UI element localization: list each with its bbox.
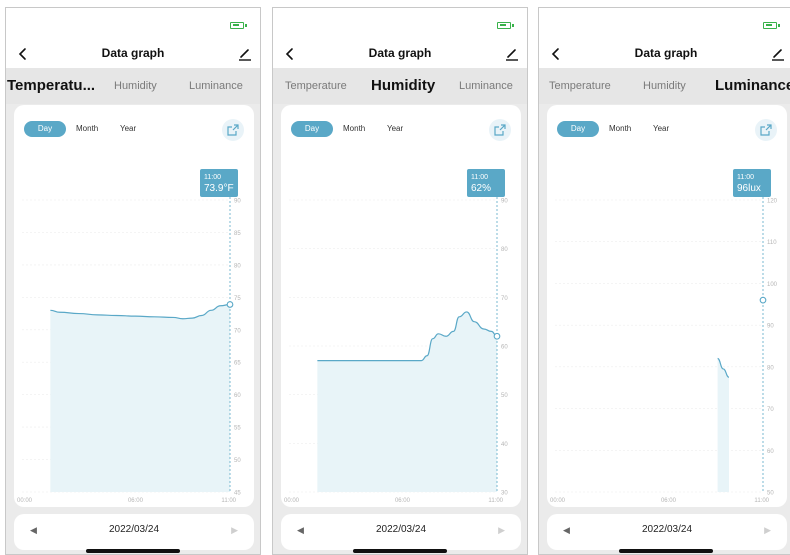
tab-luminance[interactable]: Luminance <box>459 68 513 104</box>
y-tick-label: 75 <box>234 296 241 302</box>
x-tick-label: 00:00 <box>17 498 33 504</box>
tab-humidity[interactable]: Humidity <box>371 68 435 104</box>
tab-temperature[interactable]: Temperature <box>285 68 347 104</box>
x-tick-label: 06:00 <box>395 498 411 504</box>
y-tick-label: 30 <box>501 491 508 497</box>
home-indicator <box>86 549 180 553</box>
home-indicator <box>619 549 713 553</box>
y-tick-label: 40 <box>501 442 508 448</box>
y-tick-label: 90 <box>767 324 774 330</box>
tooltip-time: 11:00 <box>204 174 221 181</box>
y-tick-label: 45 <box>234 491 241 497</box>
data-chart: 120 110 100 90 80 70 60 50 00:00 06:00 11:00 11:00 9… <box>550 169 778 504</box>
chart-card: Day Month Year 90 80 70 60 50 40 30 00:00 06:00 11:0… <box>281 105 521 507</box>
pencil-icon[interactable] <box>503 44 521 64</box>
series-area <box>317 311 497 492</box>
tooltip-value: 73.9°F <box>204 183 234 194</box>
tooltip-value: 96lux <box>737 183 761 194</box>
y-tick-label: 110 <box>767 240 777 246</box>
y-tick-label: 60 <box>767 449 774 455</box>
tab-luminance[interactable]: Luminance <box>189 68 243 104</box>
tooltip-time: 11:00 <box>737 174 754 181</box>
y-tick-label: 70 <box>767 407 774 413</box>
date-navigator: ◀ 2022/03/24 ▶ <box>547 514 787 550</box>
y-tick-label: 90 <box>501 199 508 205</box>
nav-bar: Data graph <box>6 42 260 68</box>
nav-bar: Data graph <box>273 42 527 68</box>
y-tick-label: 70 <box>501 296 508 302</box>
y-tick-label: 80 <box>234 263 241 269</box>
status-bar <box>6 8 260 42</box>
y-tick-label: 70 <box>234 328 241 334</box>
pencil-icon[interactable] <box>769 44 787 64</box>
pencil-icon[interactable] <box>236 44 254 64</box>
x-tick-label: 00:00 <box>550 498 566 504</box>
x-tick-label: 11:00 <box>221 498 236 504</box>
y-tick-label: 90 <box>234 199 241 205</box>
y-tick-label: 60 <box>234 393 241 399</box>
y-tick-label: 120 <box>767 199 778 205</box>
triangle-right-icon[interactable]: ▶ <box>498 525 505 536</box>
tab-temperature[interactable]: Temperature <box>549 68 611 104</box>
cursor-point <box>493 332 501 340</box>
data-chart: 90 85 80 75 70 65 60 55 50 45 00:00 06:00 11:00 11:00… <box>17 169 241 504</box>
page-title: Data graph <box>101 46 165 60</box>
y-tick-label: 55 <box>234 426 241 432</box>
tab-humidity[interactable]: Humidity <box>114 68 157 104</box>
status-bar <box>273 8 527 42</box>
tooltip-time: 11:00 <box>471 174 488 181</box>
series-area <box>50 304 231 492</box>
y-tick-label: 85 <box>234 231 241 237</box>
status-bar <box>539 8 790 42</box>
screenshot-root: Data graph Temperatu... Humidity Luminance D… <box>0 0 790 555</box>
triangle-right-icon[interactable]: ▶ <box>764 525 771 536</box>
tab-temperature[interactable]: Temperatu... <box>7 68 95 104</box>
y-tick-label: 50 <box>234 458 241 464</box>
chart-card: Day Month Year 120 110 100 90 80 70 60 50 00:00 06:0… <box>547 105 787 507</box>
phone-screen: Data graph Temperature Humidity Luminance Da… <box>538 7 790 555</box>
cursor-point <box>759 296 767 304</box>
date-navigator: ◀ 2022/03/24 ▶ <box>281 514 521 550</box>
current-date: 2022/03/24 <box>641 524 693 535</box>
date-navigator: ◀ 2022/03/24 ▶ <box>14 514 254 550</box>
battery-icon <box>497 22 514 29</box>
x-tick-label: 00:00 <box>284 498 300 504</box>
sensor-tabs: Temperature Humidity Luminance <box>539 68 790 104</box>
home-indicator <box>353 549 447 553</box>
x-tick-label: 11:00 <box>488 498 503 504</box>
chart-card: Day Month Year 90 85 80 75 70 65 60 55 50 45 00:00 06:… <box>14 105 254 507</box>
page-title: Data graph <box>634 46 698 60</box>
y-tick-label: 65 <box>234 361 241 367</box>
y-tick-label: 80 <box>501 247 508 253</box>
current-date: 2022/03/24 <box>108 524 160 535</box>
x-tick-label: 11:00 <box>754 498 769 504</box>
page-title: Data graph <box>368 46 432 60</box>
sensor-tabs: Temperature Humidity Luminance <box>273 68 527 104</box>
sensor-tabs: Temperatu... Humidity Luminance <box>6 68 260 104</box>
tab-humidity[interactable]: Humidity <box>643 68 686 104</box>
battery-icon <box>230 22 247 29</box>
cursor-point <box>226 301 234 308</box>
series-area <box>717 358 729 492</box>
phone-screen: Data graph Temperature Humidity Luminance Da… <box>272 7 528 555</box>
triangle-right-icon[interactable]: ▶ <box>231 525 238 536</box>
y-tick-label: 100 <box>767 282 778 288</box>
nav-bar: Data graph <box>539 42 790 68</box>
data-chart: 90 80 70 60 50 40 30 00:00 06:00 11:00 11:00 62% <box>284 169 508 504</box>
y-tick-label: 80 <box>767 365 774 371</box>
y-tick-label: 50 <box>767 491 774 497</box>
x-tick-label: 06:00 <box>661 498 677 504</box>
current-date: 2022/03/24 <box>375 524 427 535</box>
phone-screen: Data graph Temperatu... Humidity Luminance D… <box>5 7 261 555</box>
y-tick-label: 50 <box>501 393 508 399</box>
battery-icon <box>763 22 780 29</box>
tab-luminance[interactable]: Luminance <box>715 68 790 104</box>
x-tick-label: 06:00 <box>128 498 144 504</box>
tooltip-value: 62% <box>471 183 491 194</box>
y-tick-label: 60 <box>501 345 508 351</box>
